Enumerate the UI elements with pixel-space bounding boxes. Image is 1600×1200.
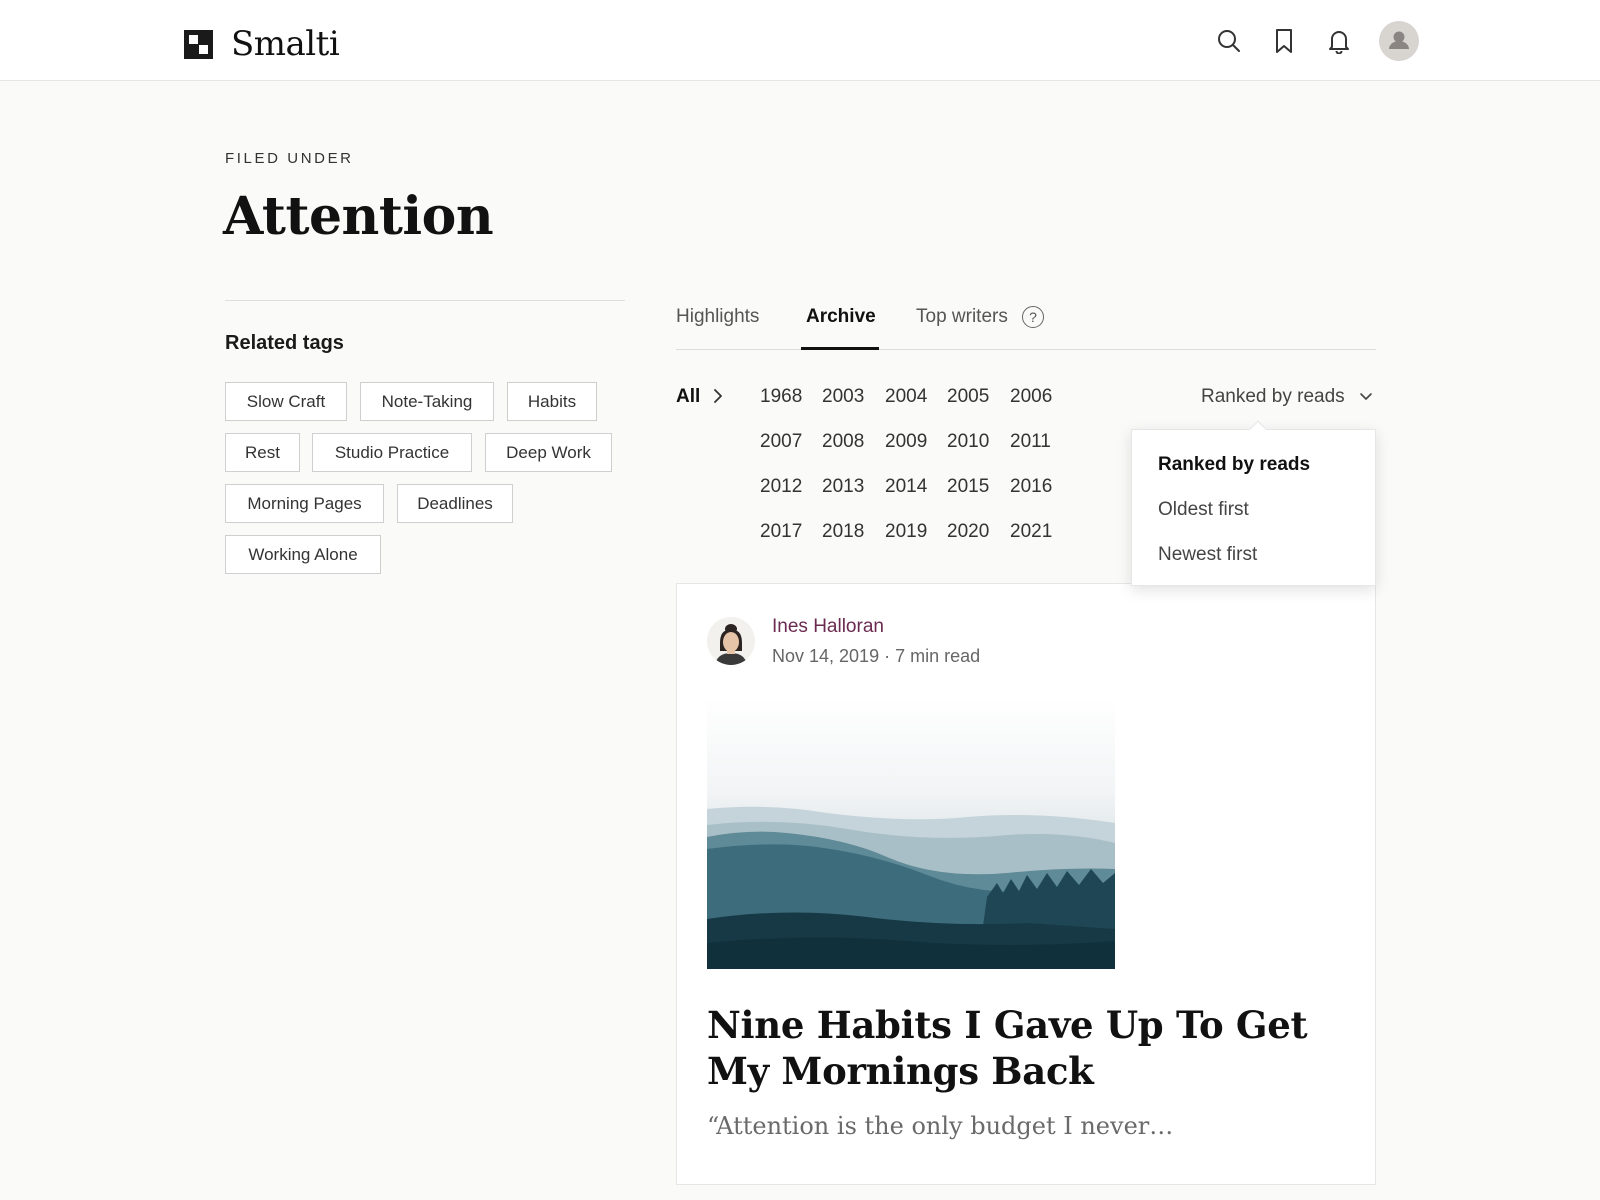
year-2005[interactable]: 2005 <box>947 386 989 408</box>
tab-archive[interactable]: Archive <box>806 306 876 328</box>
bookmark-icon[interactable] <box>1270 27 1298 55</box>
tag-deadlines[interactable]: Deadlines <box>397 484 513 523</box>
tag-slow-craft[interactable]: Slow Craft <box>225 382 347 421</box>
article-excerpt: “Attention is the only budget I never… <box>707 1112 1174 1140</box>
tag-habits[interactable]: Habits <box>507 382 597 421</box>
chevron-down-icon[interactable] <box>1358 389 1374 405</box>
year-1968[interactable]: 1968 <box>760 386 802 408</box>
sidebar-divider <box>225 300 625 301</box>
sort-option-newest-first[interactable]: Newest first <box>1158 544 1257 566</box>
app-name: Smalti <box>231 24 340 64</box>
logo-mark-icon <box>184 29 213 59</box>
tag-studio-practice[interactable]: Studio Practice <box>312 433 472 472</box>
tabs-divider <box>676 349 1376 350</box>
tag-note-taking[interactable]: Note-Taking <box>360 382 494 421</box>
article-title[interactable]: Nine Habits I Gave Up To Get My Mornings… <box>707 1002 1327 1094</box>
year-2010[interactable]: 2010 <box>947 431 989 453</box>
year-2020[interactable]: 2020 <box>947 521 989 543</box>
logo[interactable]: Smalti <box>184 24 340 64</box>
active-tab-indicator <box>801 347 879 350</box>
year-2012[interactable]: 2012 <box>760 476 802 498</box>
author-portrait-icon <box>707 617 755 665</box>
page-title: Attention <box>223 186 494 247</box>
year-2007[interactable]: 2007 <box>760 431 802 453</box>
sort-select[interactable]: Ranked by reads <box>1201 386 1345 408</box>
sort-option-ranked-by-reads[interactable]: Ranked by reads <box>1158 454 1310 476</box>
author-name[interactable]: Ines Halloran <box>772 616 884 638</box>
bell-icon[interactable] <box>1325 27 1353 55</box>
year-2017[interactable]: 2017 <box>760 521 802 543</box>
year-2003[interactable]: 2003 <box>822 386 864 408</box>
chevron-right-icon[interactable] <box>711 386 725 406</box>
year-2015[interactable]: 2015 <box>947 476 989 498</box>
year-2013[interactable]: 2013 <box>822 476 864 498</box>
search-icon[interactable] <box>1215 27 1243 55</box>
year-2018[interactable]: 2018 <box>822 521 864 543</box>
tab-top-writers[interactable]: Top writers <box>916 306 1008 328</box>
article-hero-image[interactable] <box>707 697 1115 969</box>
tag-rest[interactable]: Rest <box>225 433 300 472</box>
year-2021[interactable]: 2021 <box>1010 521 1052 543</box>
user-silhouette-icon <box>1389 31 1409 49</box>
article-card[interactable]: Ines Halloran Nov 14, 2019 · 7 min read … <box>676 583 1376 1185</box>
tag-morning-pages[interactable]: Morning Pages <box>225 484 384 523</box>
author-avatar[interactable] <box>707 617 755 665</box>
sort-dropdown-menu: Ranked by reads Oldest first Newest firs… <box>1131 429 1376 586</box>
year-2004[interactable]: 2004 <box>885 386 927 408</box>
page-kicker: FILED UNDER <box>225 150 354 167</box>
year-2008[interactable]: 2008 <box>822 431 864 453</box>
help-icon[interactable]: ? <box>1022 306 1044 328</box>
year-2006[interactable]: 2006 <box>1010 386 1052 408</box>
article-meta: Nov 14, 2019 · 7 min read <box>772 646 981 666</box>
year-2016[interactable]: 2016 <box>1010 476 1052 498</box>
year-2019[interactable]: 2019 <box>885 521 927 543</box>
filter-all[interactable]: All <box>676 386 700 408</box>
tag-deep-work[interactable]: Deep Work <box>485 433 612 472</box>
tab-highlights[interactable]: Highlights <box>676 306 759 328</box>
user-avatar[interactable] <box>1379 21 1419 61</box>
year-2009[interactable]: 2009 <box>885 431 927 453</box>
sort-option-oldest-first[interactable]: Oldest first <box>1158 499 1249 521</box>
related-tags-heading: Related tags <box>225 332 344 354</box>
top-navigation-bar: Smalti <box>0 0 1600 81</box>
year-2014[interactable]: 2014 <box>885 476 927 498</box>
tag-working-alone[interactable]: Working Alone <box>225 535 381 574</box>
year-2011[interactable]: 2011 <box>1010 431 1051 453</box>
